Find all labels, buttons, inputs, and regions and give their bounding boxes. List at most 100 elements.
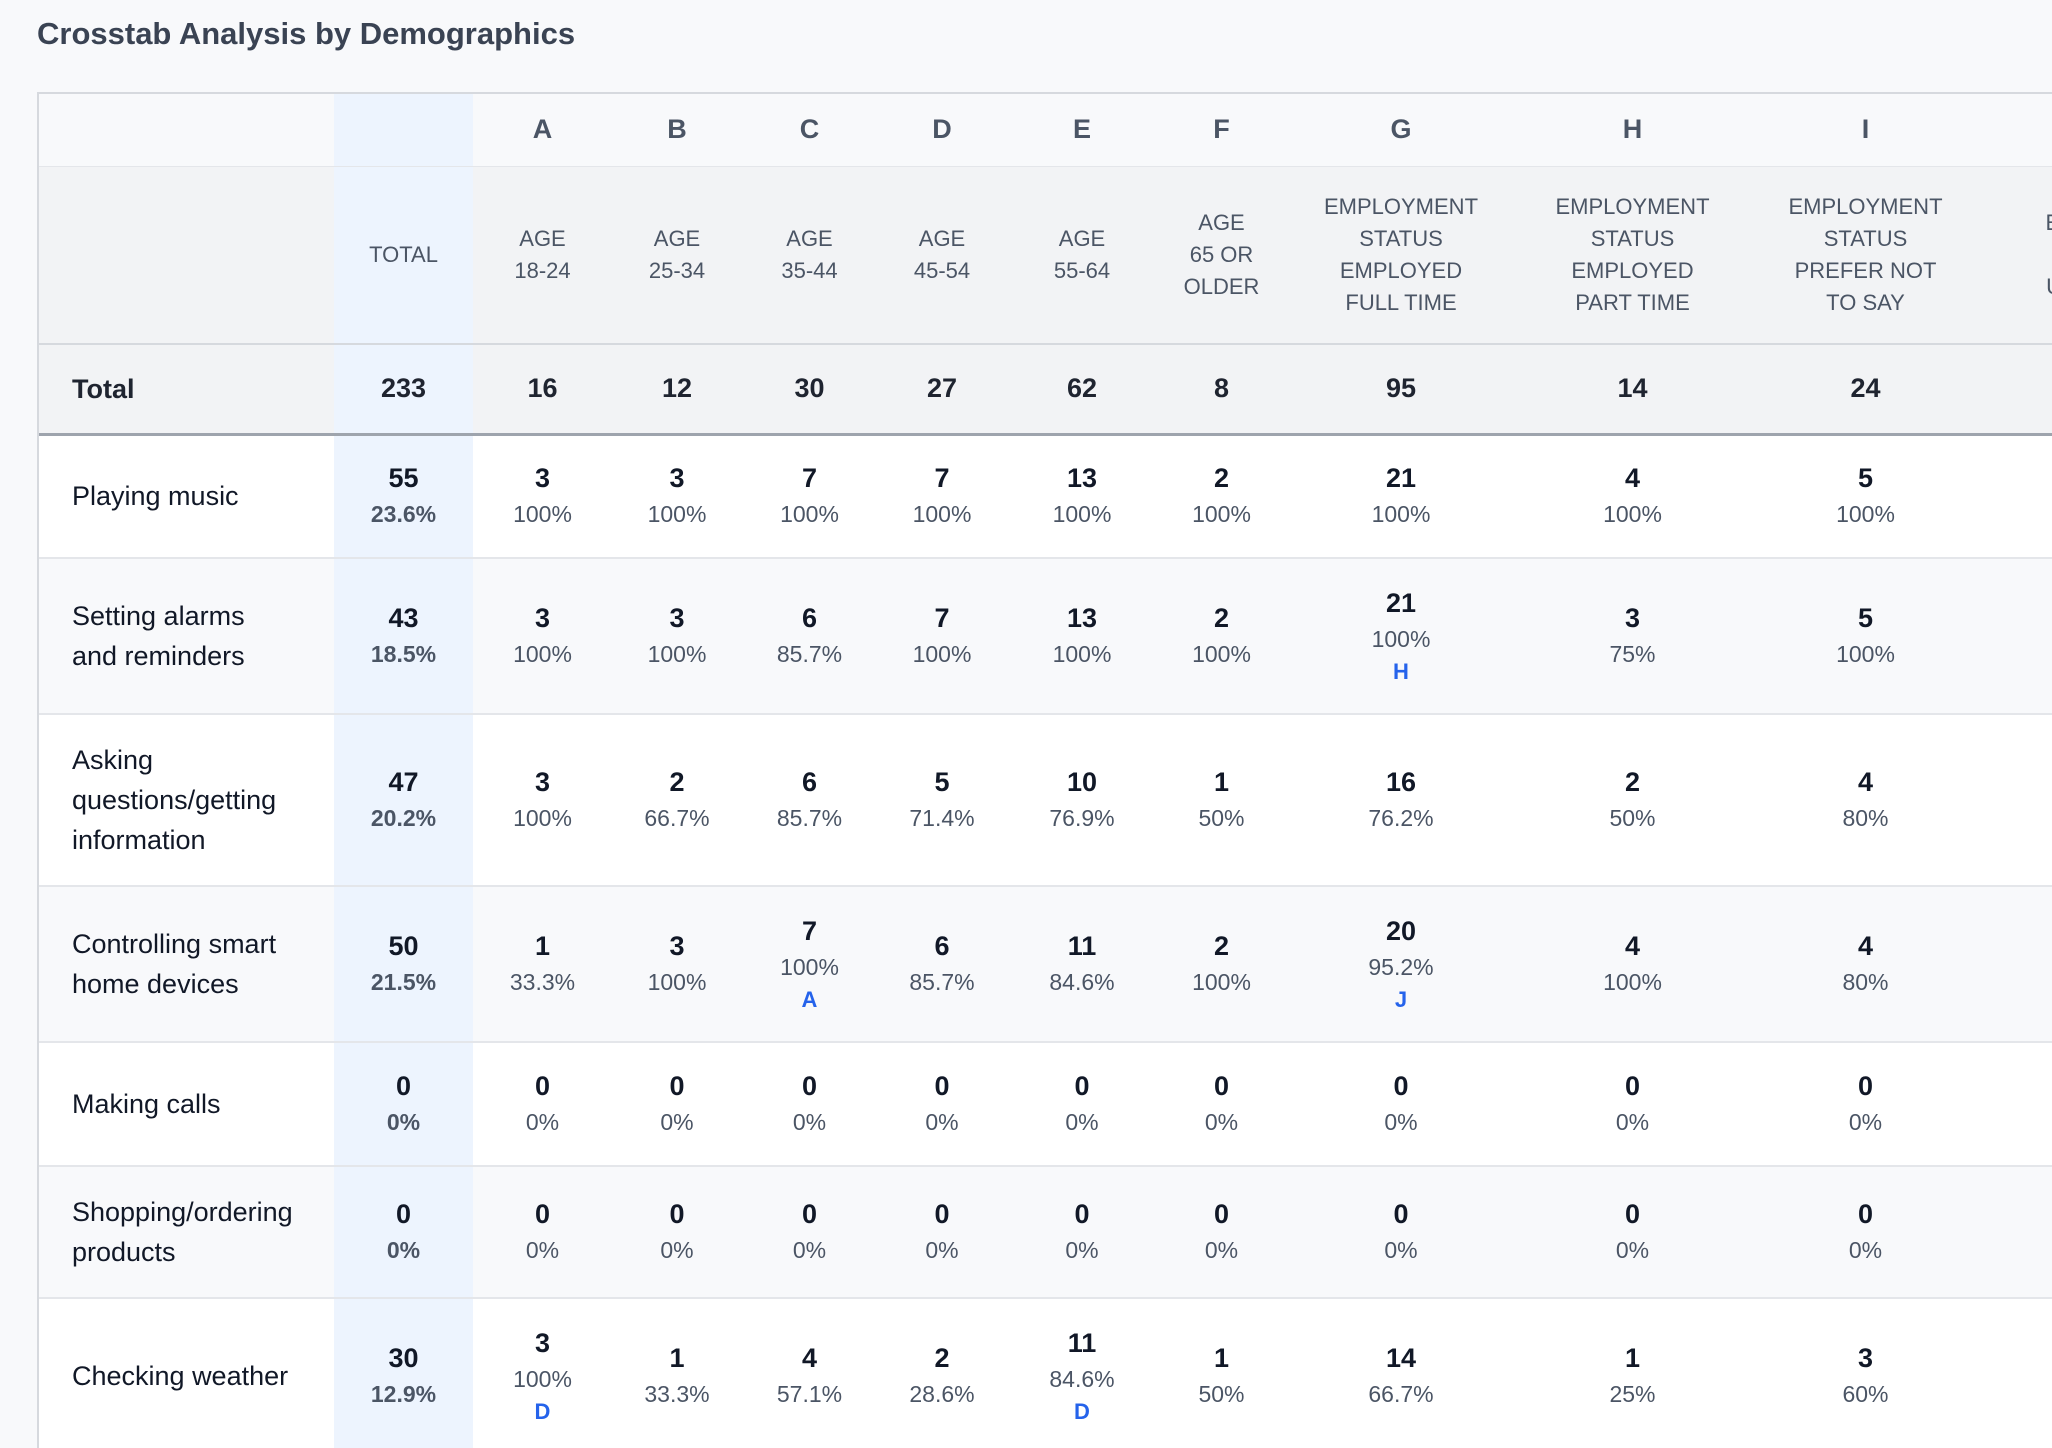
table-row[interactable]: Making calls 0 0% 0 0% 0 0% 0 0% 0 0% 0 0% 0 0% 0 0% 0 0% 0…: [39, 1042, 2052, 1167]
column-header[interactable]: AGE 25-34: [612, 166, 742, 344]
column-letter: G: [1286, 94, 1516, 167]
data-cell[interactable]: 14 66.7%: [1286, 1298, 1516, 1448]
data-cell[interactable]: 3 100%: [473, 714, 612, 887]
data-cell[interactable]: 3 75%: [1516, 558, 1749, 715]
data-cell[interactable]: 0 0%: [1749, 1042, 1982, 1167]
column-header[interactable]: AGE 65 OR OLDER: [1157, 166, 1286, 344]
data-cell[interactable]: 13 100%: [1007, 558, 1157, 715]
data-cell[interactable]: 0 0%: [1157, 1166, 1286, 1299]
data-cell[interactable]: 1 33.3%: [612, 1298, 742, 1448]
data-cell[interactable]: 3 100%: [612, 434, 742, 559]
data-cell[interactable]: 0 0%: [1286, 1166, 1516, 1299]
table-row[interactable]: Asking questions/getting information 47 20.2…: [39, 714, 2052, 887]
data-cell[interactable]: 0 0%: [612, 1042, 742, 1167]
data-cell[interactable]: 2 28.6%: [877, 1298, 1007, 1448]
row-label-line: Shopping/ordering: [72, 1197, 293, 1227]
data-cell[interactable]: 3 100%: [612, 558, 742, 715]
data-cell[interactable]: 0 0%: [877, 1166, 1007, 1299]
table-row[interactable]: Shopping/ordering products 0 0% 0 0% 0 0% 0 0% 0 0%…: [39, 1166, 2052, 1299]
data-cell[interactable]: 5 100%: [1749, 434, 1982, 559]
table-row[interactable]: Setting alarms and reminders 43 18.5% 3 100% 3…: [39, 558, 2052, 715]
data-cell[interactable]: 16 76.2%: [1286, 714, 1516, 887]
data-cell[interactable]: 13 100%: [1007, 434, 1157, 559]
data-cell[interactable]: 7 100%: [877, 434, 1007, 559]
data-cell[interactable]: 3 100%: [473, 434, 612, 559]
column-header[interactable]: AGE 55-64: [1007, 166, 1157, 344]
column-header[interactable]: AGE 18-24: [473, 166, 612, 344]
data-cell[interactable]: 0 0%: [1157, 1042, 1286, 1167]
crosstab-table-container[interactable]: ABCDEFGHI TOTAL AGE 18-24 AGE 25-34 AGE 35-44 A…: [37, 92, 2052, 1448]
data-cell[interactable]: 3 100%: [612, 886, 742, 1043]
data-cell[interactable]: 5 100%: [1749, 558, 1982, 715]
data-cell[interactable]: 6 85.7%: [742, 714, 877, 887]
data-cell[interactable]: 0 0%: [334, 1166, 473, 1299]
data-cell[interactable]: 3 60%: [1749, 1298, 1982, 1448]
column-header[interactable]: AGE 35-44: [742, 166, 877, 344]
table-row[interactable]: Playing music 55 23.6% 3 100% 3 100% 7 100% 7 100%…: [39, 434, 2052, 559]
column-header[interactable]: AGE 45-54: [877, 166, 1007, 344]
data-cell[interactable]: 4 80%: [1749, 714, 1982, 887]
data-cell[interactable]: 7 100%: [877, 558, 1007, 715]
data-cell[interactable]: 1 25%: [1516, 1298, 1749, 1448]
data-cell[interactable]: 4 100%: [1516, 886, 1749, 1043]
data-cell[interactable]: 30 12.9%: [334, 1298, 473, 1448]
data-cell[interactable]: 0 0%: [742, 1166, 877, 1299]
data-cell[interactable]: 0 0%: [742, 1042, 877, 1167]
data-cell[interactable]: 7 100%: [742, 434, 877, 559]
cell-count: 7: [934, 463, 950, 494]
data-cell[interactable]: 0 0%: [1007, 1166, 1157, 1299]
data-cell[interactable]: 2 100%: [1157, 558, 1286, 715]
row-label-line: Asking: [72, 745, 154, 775]
data-cell[interactable]: 4 80%: [1749, 886, 1982, 1043]
data-cell[interactable]: 0 0%: [612, 1166, 742, 1299]
cell-percent: 0%: [1065, 1237, 1099, 1263]
table-row[interactable]: Controlling smart home devices 50 21.5% 1 33.…: [39, 886, 2052, 1043]
cell-percent: 20.2%: [370, 805, 437, 831]
table-row[interactable]: Checking weather 30 12.9% 3 100% D 1 33.3% 4 57.1…: [39, 1298, 2052, 1448]
data-cell[interactable]: 0 0%: [1286, 1042, 1516, 1167]
data-cell[interactable]: 11 84.6% D: [1007, 1298, 1157, 1448]
data-cell[interactable]: 0 0%: [1749, 1166, 1982, 1299]
data-cell[interactable]: 0 0%: [1516, 1042, 1749, 1167]
data-cell[interactable]: 21 100%: [1286, 434, 1516, 559]
data-cell[interactable]: 4 57.1%: [742, 1298, 877, 1448]
data-cell[interactable]: 2 100%: [1157, 886, 1286, 1043]
data-cell[interactable]: 1 50%: [1157, 714, 1286, 887]
column-header[interactable]: EMPLOYMENT STATUS EMPLOYED FULL TIME: [1286, 166, 1516, 344]
data-cell[interactable]: 6 85.7%: [877, 886, 1007, 1043]
data-cell[interactable]: 11 84.6%: [1007, 886, 1157, 1043]
data-cell[interactable]: 55 23.6%: [334, 434, 473, 559]
data-cell[interactable]: 0 0%: [473, 1042, 612, 1167]
data-cell[interactable]: 2 50%: [1516, 714, 1749, 887]
data-cell[interactable]: 0 0%: [1516, 1166, 1749, 1299]
data-cell[interactable]: 4 100%: [1516, 434, 1749, 559]
data-cell[interactable]: 20 95.2% J: [1286, 886, 1516, 1043]
column-header[interactable]: EM UN: [1982, 166, 2052, 344]
data-cell[interactable]: 7 100% A: [742, 886, 877, 1043]
data-cell[interactable]: 5 71.4%: [877, 714, 1007, 887]
data-cell[interactable]: 1 50%: [1157, 1298, 1286, 1448]
cell-percent: 0%: [525, 1109, 560, 1135]
data-cell[interactable]: 2 66.7%: [612, 714, 742, 887]
data-cell[interactable]: 6 85.7%: [742, 558, 877, 715]
data-cell[interactable]: 0 0%: [1007, 1042, 1157, 1167]
cell-percent: 100%: [1052, 641, 1112, 667]
row-label: Asking questions/getting information: [39, 714, 334, 887]
data-cell[interactable]: 10 76.9%: [1007, 714, 1157, 887]
data-cell[interactable]: 3 100% D: [473, 1298, 612, 1448]
data-cell[interactable]: 0 0%: [473, 1166, 612, 1299]
cell-count: 7: [801, 463, 818, 494]
data-cell[interactable]: 43 18.5%: [334, 558, 473, 715]
data-cell[interactable]: 0 0%: [334, 1042, 473, 1167]
data-cell[interactable]: 47 20.2%: [334, 714, 473, 887]
data-cell[interactable]: 21 100% H: [1286, 558, 1516, 715]
data-cell[interactable]: 2 100%: [1157, 434, 1286, 559]
data-cell[interactable]: 50 21.5%: [334, 886, 473, 1043]
data-cell[interactable]: 3 100%: [473, 558, 612, 715]
data-cell[interactable]: 0 0%: [877, 1042, 1007, 1167]
column-header[interactable]: EMPLOYMENT STATUS PREFER NOT TO SAY: [1749, 166, 1982, 344]
column-header[interactable]: EMPLOYMENT STATUS EMPLOYED PART TIME: [1516, 166, 1749, 344]
column-header[interactable]: TOTAL: [334, 166, 473, 344]
cell-count: 6: [934, 931, 950, 961]
data-cell[interactable]: 1 33.3%: [473, 886, 612, 1043]
